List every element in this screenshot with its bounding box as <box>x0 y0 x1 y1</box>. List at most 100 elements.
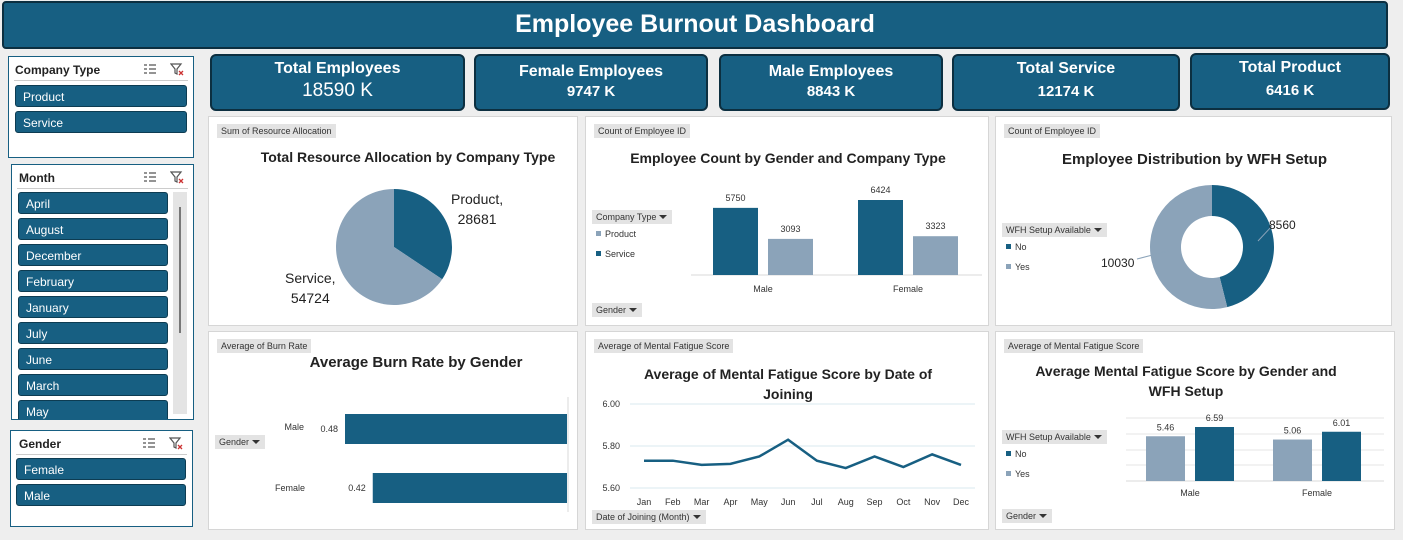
clear-filter-icon[interactable] <box>169 437 183 450</box>
bar-no-male <box>1146 436 1185 481</box>
data-label: 5750 <box>725 193 745 203</box>
x-tick-label: May <box>751 497 769 507</box>
y-tick-label: Female <box>275 483 305 493</box>
bar-product-female <box>858 200 903 275</box>
donut-label-yes: 10030 <box>1101 256 1135 270</box>
slicer-item-august[interactable]: August <box>18 218 168 240</box>
kpi-label: Total Employees <box>274 60 401 77</box>
kpi-label: Female Employees <box>518 63 664 80</box>
data-label: 6424 <box>870 185 890 195</box>
slicer-month-scroll-thumb[interactable] <box>179 207 181 333</box>
chart-employee-count[interactable]: Count of Employee ID Employee Count by G… <box>585 116 989 326</box>
x-tick-label: Apr <box>723 497 737 507</box>
x-tick-label: Mar <box>694 497 710 507</box>
data-label: 5.06 <box>1284 426 1302 436</box>
kpi-value: 6416 K <box>1265 82 1315 99</box>
kpi-label: Male Employees <box>768 63 894 80</box>
bar-product-male <box>713 207 758 275</box>
y-tick-label: Male <box>284 422 304 432</box>
slicer-item-july[interactable]: July <box>18 322 168 344</box>
x-tick-label: Jul <box>811 497 823 507</box>
multi-select-icon[interactable] <box>142 437 156 450</box>
chart-resource-allocation[interactable]: Sum of Resource Allocation Total Resourc… <box>208 116 578 326</box>
series-line <box>644 438 962 470</box>
bar-female <box>372 473 567 503</box>
y-tick-label: 5.80 <box>602 441 620 451</box>
x-tick-label: Dec <box>953 497 970 507</box>
slicer-gender-label: Gender <box>19 437 62 451</box>
bar-no-female <box>1273 439 1312 481</box>
bar-service-female <box>913 236 958 275</box>
chart-fatigue-gender-wfh[interactable]: Average of Mental Fatigue Score Average … <box>995 331 1395 530</box>
data-label: 0.48 <box>320 424 338 434</box>
slicer-item-june[interactable]: June <box>18 348 168 370</box>
x-tick-label: Jun <box>781 497 796 507</box>
data-label: 6.59 <box>1206 413 1224 423</box>
bar-male <box>345 414 567 444</box>
data-label: 3323 <box>925 221 945 231</box>
bar-yes-male <box>1195 427 1234 481</box>
kpi-total-product: Total Product 6416 K <box>1190 53 1390 110</box>
bar-chart: 0.48 Male 0.42 Female <box>275 397 569 512</box>
chart-burn-rate[interactable]: Average of Burn Rate Average Burn Rate b… <box>208 331 578 530</box>
slicer-item-may[interactable]: May <box>18 400 168 419</box>
slicer-item-male[interactable]: Male <box>16 484 186 506</box>
x-tick-label: Jan <box>637 497 652 507</box>
pie-label-service: Service, 54724 <box>285 270 336 306</box>
kpi-value: 9747 K <box>566 83 616 100</box>
slicer-company-type[interactable]: Company Type Product Service <box>8 56 194 158</box>
kpi-total-employees: Total Employees 18590 K <box>210 54 465 111</box>
slicer-month-label: Month <box>19 171 55 185</box>
slicer-gender[interactable]: Gender Female Male <box>10 430 193 527</box>
slicer-company-type-label: Company Type <box>15 63 101 77</box>
kpi-value: 18590 K <box>302 80 373 101</box>
bar-chart: 5750 3093 Male 6424 3323 Female <box>691 185 982 294</box>
kpi-total-service: Total Service 12174 K <box>952 54 1180 111</box>
kpi-value: 12174 K <box>1037 83 1095 100</box>
slicer-item-april[interactable]: April <box>18 192 168 214</box>
slicer-item-december[interactable]: December <box>18 244 168 266</box>
kpi-label: Total Product <box>1239 59 1341 76</box>
data-label: 6.01 <box>1333 418 1351 428</box>
x-tick-label: Female <box>893 284 923 294</box>
x-tick-label: Female <box>1302 488 1332 498</box>
slicer-item-product[interactable]: Product <box>15 85 187 107</box>
data-label: 3093 <box>780 224 800 234</box>
x-tick-label: Feb <box>665 497 681 507</box>
slicer-item-january[interactable]: January <box>18 296 168 318</box>
dashboard-title: Employee Burnout Dashboard <box>2 1 1388 49</box>
donut-chart: 8560 10030 <box>1101 185 1296 309</box>
donut-label-no: 8560 <box>1269 218 1296 232</box>
x-tick-label: Nov <box>924 497 941 507</box>
multi-select-icon[interactable] <box>143 63 157 76</box>
bar-service-male <box>768 238 813 275</box>
x-tick-label: Oct <box>896 497 911 507</box>
chart-fatigue-by-date[interactable]: Average of Mental Fatigue Score Average … <box>585 331 989 530</box>
slicer-month[interactable]: Month April August December February Jan… <box>11 164 194 420</box>
multi-select-icon[interactable] <box>143 171 157 184</box>
y-tick-label: 6.00 <box>602 399 620 409</box>
y-tick-label: 5.60 <box>602 483 620 493</box>
clear-filter-icon[interactable] <box>170 63 184 76</box>
chart-wfh-distribution[interactable]: Count of Employee ID Employee Distributi… <box>995 116 1392 326</box>
pie-chart <box>336 189 452 305</box>
data-label: 0.42 <box>348 483 366 493</box>
kpi-value: 8843 K <box>806 83 856 100</box>
kpi-female-employees: Female Employees 9747 K <box>474 54 708 111</box>
kpi-male-employees: Male Employees 8843 K <box>719 54 943 111</box>
slicer-item-february[interactable]: February <box>18 270 168 292</box>
kpi-label: Total Service <box>1016 60 1116 77</box>
x-tick-label: Sep <box>867 497 883 507</box>
x-tick-label: Male <box>1180 488 1200 498</box>
slicer-item-march[interactable]: March <box>18 374 168 396</box>
slicer-item-female[interactable]: Female <box>16 458 186 480</box>
line-chart: 6.00 5.80 5.60 Jan Feb Mar Apr May Jun Jul Aug Sep O… <box>602 399 975 507</box>
slicer-item-service[interactable]: Service <box>15 111 187 133</box>
pie-label-product: Product, 28681 <box>451 191 504 227</box>
clear-filter-icon[interactable] <box>170 171 184 184</box>
bar-chart: 5.46 6.59 Male 5.06 6.01 Female <box>1126 413 1384 498</box>
x-tick-label: Aug <box>838 497 854 507</box>
bar-yes-female <box>1322 431 1361 481</box>
data-label: 5.46 <box>1157 422 1175 432</box>
x-tick-label: Male <box>753 284 773 294</box>
